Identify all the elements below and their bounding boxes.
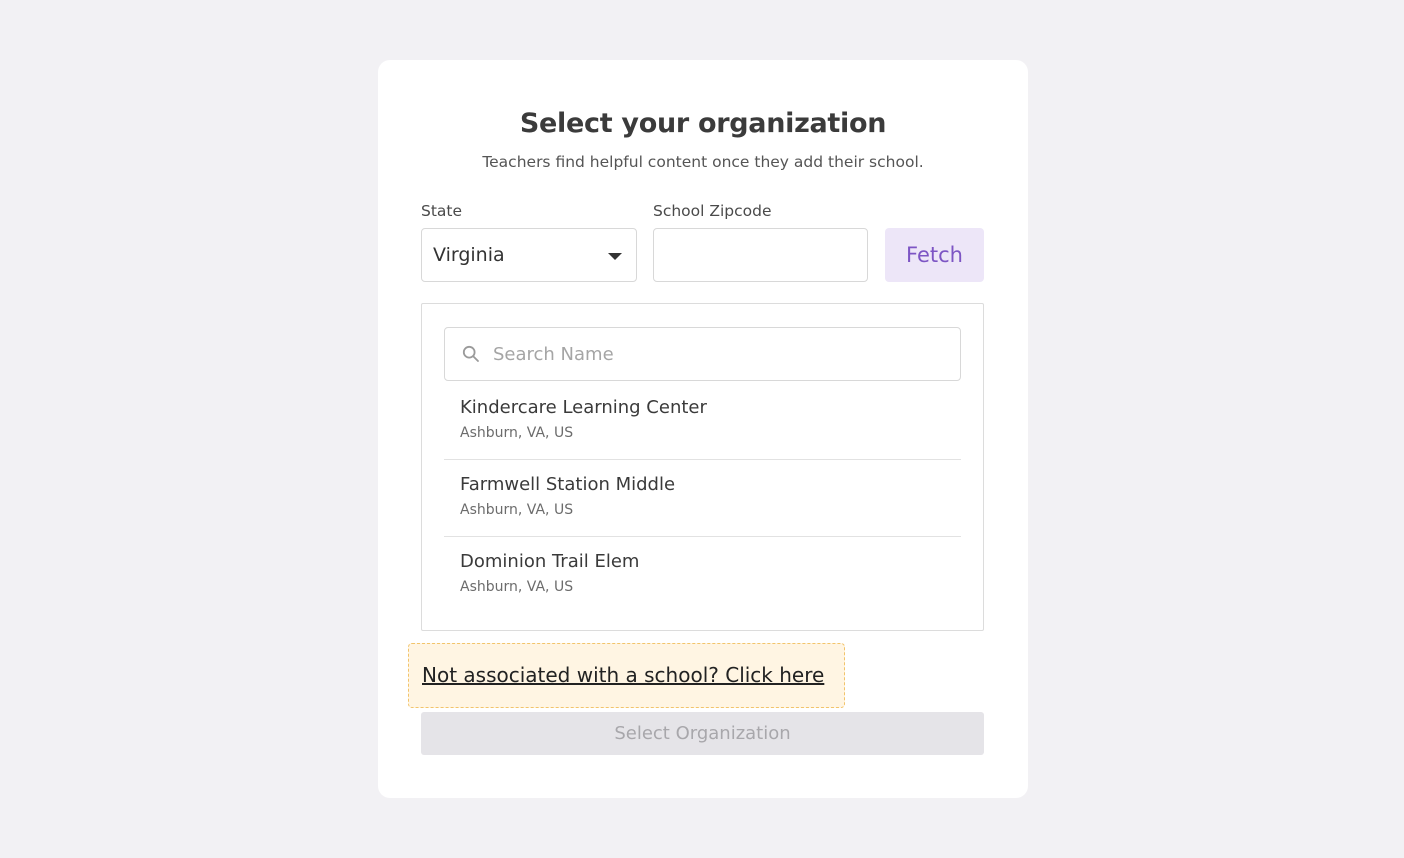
school-list-item[interactable]: Kindercare Learning Center Ashburn, VA, …	[444, 383, 961, 460]
school-list-item[interactable]: Dominion Trail Elem Ashburn, VA, US	[444, 537, 961, 614]
select-organization-button[interactable]: Select Organization	[421, 712, 984, 755]
school-location: Ashburn, VA, US	[460, 425, 574, 441]
school-location: Ashburn, VA, US	[460, 502, 574, 518]
page-title: Select your organization	[519, 108, 887, 139]
organization-card: Select your organization Teachers find h…	[378, 60, 1028, 798]
state-selected-value: Virginia	[433, 244, 505, 266]
search-icon	[462, 345, 479, 362]
page-subtitle: Teachers find helpful content once they …	[482, 153, 924, 171]
caret-down-icon	[608, 253, 622, 260]
search-name-input[interactable]	[493, 328, 953, 380]
school-location: Ashburn, VA, US	[460, 579, 574, 595]
zipcode-label: School Zipcode	[653, 202, 772, 220]
school-list-item[interactable]: Farmwell Station Middle Ashburn, VA, US	[444, 460, 961, 537]
state-label: State	[421, 202, 463, 220]
school-results-panel: Kindercare Learning Center Ashburn, VA, …	[421, 303, 984, 631]
zipcode-input[interactable]	[653, 228, 868, 282]
school-list: Kindercare Learning Center Ashburn, VA, …	[444, 383, 961, 614]
no-school-link[interactable]: Not associated with a school? Click here	[422, 663, 824, 687]
school-name: Kindercare Learning Center	[460, 397, 707, 418]
search-box	[444, 327, 961, 381]
school-name: Farmwell Station Middle	[460, 474, 676, 495]
school-name: Dominion Trail Elem	[460, 551, 640, 572]
state-dropdown[interactable]: Virginia	[421, 228, 637, 282]
fetch-button[interactable]: Fetch	[885, 228, 984, 282]
no-school-callout: Not associated with a school? Click here	[408, 643, 845, 708]
